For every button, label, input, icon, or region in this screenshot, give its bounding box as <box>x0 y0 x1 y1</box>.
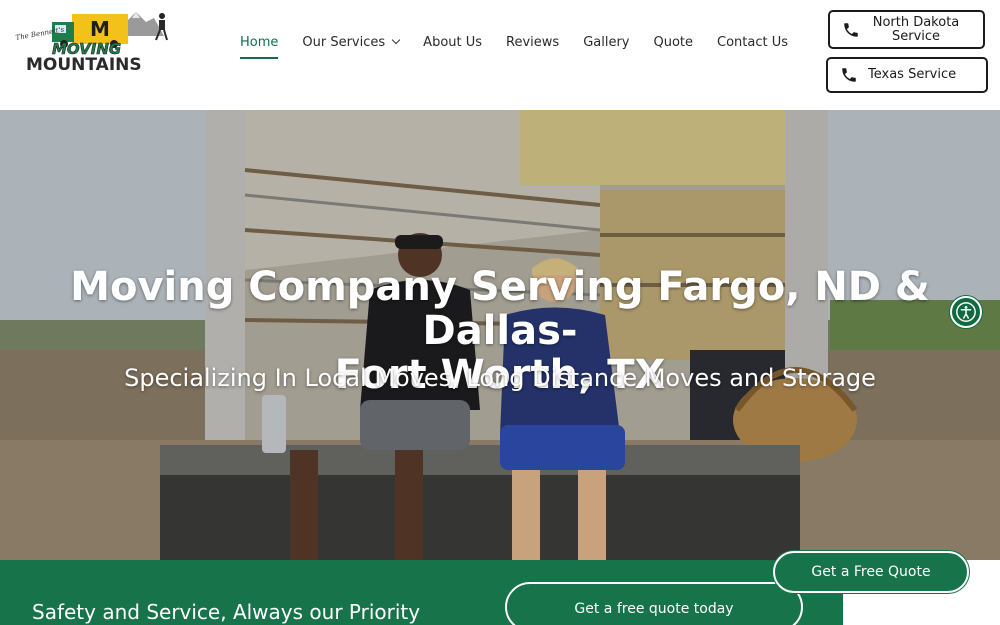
north-dakota-service-button[interactable]: North Dakota Service <box>828 10 985 49</box>
main-nav: Home Our Services About Us Reviews Galle… <box>240 32 812 59</box>
hero-section: Moving Company Serving Fargo, ND & Dalla… <box>0 110 1000 560</box>
phone-icon <box>844 22 858 37</box>
nav-our-services-label: Our Services <box>302 34 386 50</box>
moving-mountains-logo: M The Bennett's MOVING MOUNTAINS <box>15 12 168 72</box>
nav-gallery-label: Gallery <box>583 34 630 50</box>
nav-quote-label: Quote <box>653 34 694 50</box>
logo-badge: M <box>90 17 110 41</box>
nav-about-us-label: About Us <box>423 34 483 50</box>
hero-subtitle: Specializing In Local Moves, Long Distan… <box>124 364 876 392</box>
texas-service-label: Texas Service <box>868 67 957 82</box>
nav-home[interactable]: Home <box>240 34 279 59</box>
get-free-quote-today-button[interactable]: Get a free quote today <box>505 582 803 625</box>
accessibility-icon <box>956 302 976 322</box>
nav-about-us[interactable]: About Us <box>423 35 482 50</box>
north-dakota-line2: Service <box>891 28 941 44</box>
site-logo[interactable]: M The Bennett's MOVING MOUNTAINS <box>14 10 174 72</box>
north-dakota-line1: North Dakota <box>872 14 960 30</box>
north-dakota-service-label: North Dakota Service <box>870 14 962 44</box>
nav-gallery[interactable]: Gallery <box>583 35 629 50</box>
nav-home-label: Home <box>240 34 279 50</box>
hero-title-line1: Moving Company Serving Fargo, ND & Dalla… <box>70 264 930 354</box>
floating-get-free-quote-button[interactable]: Get a Free Quote <box>773 551 969 593</box>
accessibility-button[interactable] <box>950 296 982 328</box>
chevron-down-icon <box>391 35 401 45</box>
site-header: M The Bennett's MOVING MOUNTAINS Home Ou… <box>0 0 1000 110</box>
nav-our-services[interactable]: Our Services <box>302 34 401 50</box>
nav-contact-us-label: Contact Us <box>717 34 789 50</box>
texas-service-button[interactable]: Texas Service <box>826 57 988 93</box>
nav-contact-us[interactable]: Contact Us <box>717 35 788 50</box>
nav-quote[interactable]: Quote <box>654 35 694 50</box>
phone-icon <box>842 68 856 82</box>
nav-reviews-label: Reviews <box>506 34 560 50</box>
logo-line2: MOUNTAINS <box>26 55 142 72</box>
priority-heading: Safety and Service, Always our Priority <box>32 600 421 624</box>
nav-reviews[interactable]: Reviews <box>506 35 559 50</box>
